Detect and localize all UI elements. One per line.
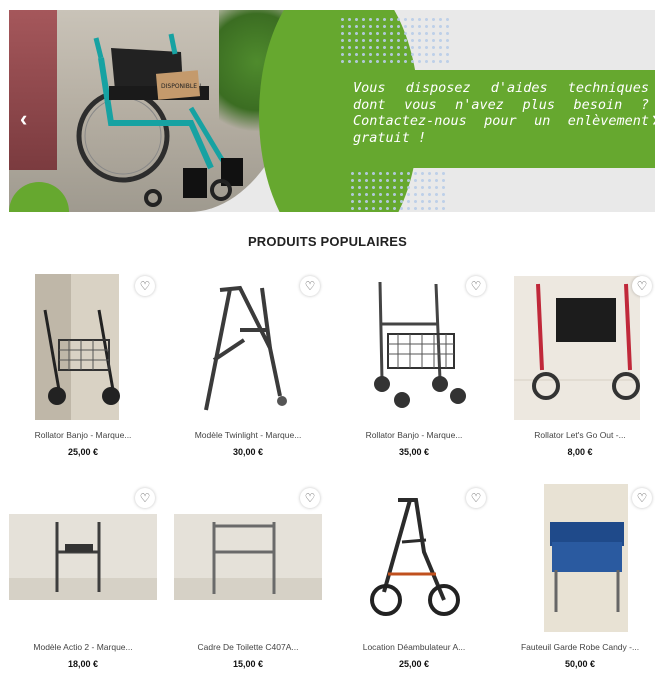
banner-dot-pattern (349, 170, 449, 212)
heart-icon[interactable]: ♡ (135, 488, 155, 508)
banner-dot-pattern (339, 16, 449, 66)
heart-icon[interactable]: ♡ (632, 488, 652, 508)
banner-message: Vous disposez d'aides techniques dont vo… (353, 80, 649, 146)
product-card[interactable]: ♡ Rollator Banjo - Marque... 25,00 € (9, 270, 157, 462)
product-price: 15,00 € (232, 659, 264, 669)
product-card[interactable]: ♡ Rollator Let's Go Out -... 8,00 € (506, 270, 654, 462)
product-name[interactable]: Cadre De Toilette C407A... (174, 642, 322, 652)
product-image[interactable] (9, 270, 157, 420)
heart-icon[interactable]: ♡ (632, 276, 652, 296)
chevron-left-icon[interactable]: ‹ (20, 106, 27, 132)
section-title: PRODUITS POPULAIRES (247, 234, 408, 249)
heart-icon[interactable]: ♡ (300, 276, 320, 296)
product-price: 30,00 € (232, 447, 264, 457)
product-price: 18,00 € (67, 659, 99, 669)
product-card[interactable]: ♡ Location Déambulateur A... 25,00 € (340, 482, 488, 674)
product-price: 25,00 € (398, 659, 430, 669)
product-image[interactable] (340, 482, 488, 632)
hero-banner: DISPONIBLE ! Vous disposez d'aides techn… (9, 10, 655, 212)
banner-sign-text: DISPONIBLE ! (161, 83, 201, 90)
product-price: 50,00 € (564, 659, 596, 669)
heart-icon[interactable]: ♡ (466, 276, 486, 296)
product-name[interactable]: Location Déambulateur A... (340, 642, 488, 652)
product-card[interactable]: ♡ Rollator Banjo - Marque... 35,00 € (340, 270, 488, 462)
product-price: 8,00 € (567, 447, 593, 457)
product-image[interactable] (174, 482, 322, 632)
heart-icon[interactable]: ♡ (466, 488, 486, 508)
product-name[interactable]: Modèle Actio 2 - Marque... (9, 642, 157, 652)
product-name[interactable]: Rollator Banjo - Marque... (340, 430, 488, 440)
product-name[interactable]: Rollator Let's Go Out -... (506, 430, 654, 440)
product-name[interactable]: Rollator Banjo - Marque... (9, 430, 157, 440)
product-price: 25,00 € (67, 447, 99, 457)
heart-icon[interactable]: ♡ (135, 276, 155, 296)
product-name[interactable]: Modèle Twinlight - Marque... (174, 430, 322, 440)
product-image[interactable] (506, 270, 654, 420)
heart-icon[interactable]: ♡ (300, 488, 320, 508)
product-image[interactable] (340, 270, 488, 420)
product-image[interactable] (506, 482, 654, 632)
banner-door (9, 10, 57, 170)
product-card[interactable]: ♡ Modèle Twinlight - Marque... 30,00 € (174, 270, 322, 462)
product-card[interactable]: ♡ Cadre De Toilette C407A... 15,00 € (174, 482, 322, 674)
product-card[interactable]: ♡ Modèle Actio 2 - Marque... 18,00 € (9, 482, 157, 674)
product-name[interactable]: Fauteuil Garde Robe Candy -... (506, 642, 654, 652)
product-image[interactable] (174, 270, 322, 420)
product-image[interactable] (9, 482, 157, 632)
product-price: 35,00 € (398, 447, 430, 457)
product-card[interactable]: ♡ Fauteuil Garde Robe Candy -... 50,00 € (506, 482, 654, 674)
wheelchair-image: DISPONIBLE ! (76, 33, 243, 207)
